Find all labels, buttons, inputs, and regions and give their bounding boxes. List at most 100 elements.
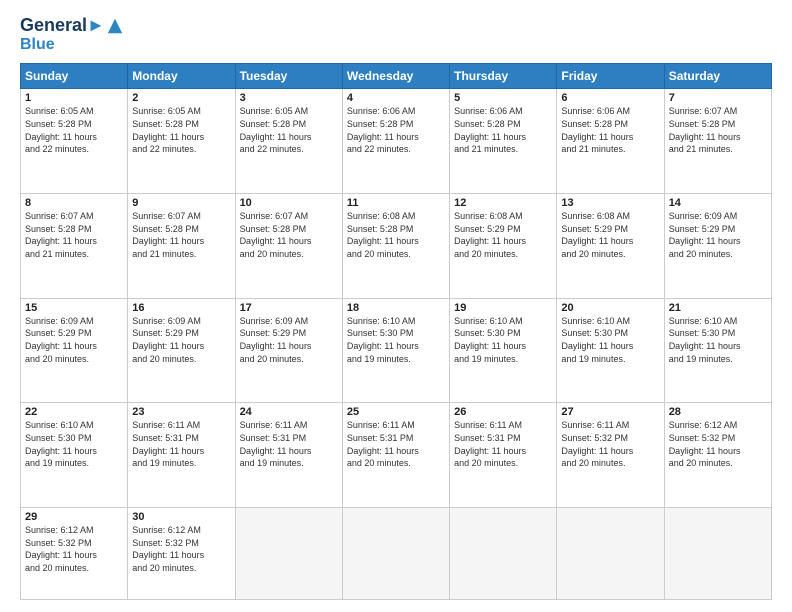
calendar-cell: 2Sunrise: 6:05 AMSunset: 5:28 PMDaylight…	[128, 89, 235, 194]
day-number: 20	[561, 302, 659, 314]
weekday-header: Monday	[128, 64, 235, 89]
day-info: Sunrise: 6:06 AMSunset: 5:28 PMDaylight:…	[347, 105, 445, 155]
calendar-cell: 6Sunrise: 6:06 AMSunset: 5:28 PMDaylight…	[557, 89, 664, 194]
day-info: Sunrise: 6:09 AMSunset: 5:29 PMDaylight:…	[25, 315, 123, 365]
day-number: 5	[454, 92, 552, 104]
logo-text: General►	[20, 16, 105, 36]
day-info: Sunrise: 6:12 AMSunset: 5:32 PMDaylight:…	[669, 419, 767, 469]
calendar-cell: 11Sunrise: 6:08 AMSunset: 5:28 PMDayligh…	[342, 194, 449, 299]
day-info: Sunrise: 6:11 AMSunset: 5:31 PMDaylight:…	[132, 419, 230, 469]
day-info: Sunrise: 6:05 AMSunset: 5:28 PMDaylight:…	[240, 105, 338, 155]
calendar-cell	[450, 508, 557, 600]
calendar-cell: 27Sunrise: 6:11 AMSunset: 5:32 PMDayligh…	[557, 403, 664, 508]
calendar: SundayMondayTuesdayWednesdayThursdayFrid…	[20, 63, 772, 600]
calendar-cell: 18Sunrise: 6:10 AMSunset: 5:30 PMDayligh…	[342, 298, 449, 403]
day-info: Sunrise: 6:09 AMSunset: 5:29 PMDaylight:…	[669, 210, 767, 260]
calendar-cell: 28Sunrise: 6:12 AMSunset: 5:32 PMDayligh…	[664, 403, 771, 508]
weekday-header: Sunday	[21, 64, 128, 89]
calendar-cell: 14Sunrise: 6:09 AMSunset: 5:29 PMDayligh…	[664, 194, 771, 299]
weekday-header: Thursday	[450, 64, 557, 89]
day-info: Sunrise: 6:07 AMSunset: 5:28 PMDaylight:…	[669, 105, 767, 155]
day-info: Sunrise: 6:11 AMSunset: 5:32 PMDaylight:…	[561, 419, 659, 469]
day-info: Sunrise: 6:11 AMSunset: 5:31 PMDaylight:…	[240, 419, 338, 469]
day-number: 12	[454, 197, 552, 209]
day-info: Sunrise: 6:07 AMSunset: 5:28 PMDaylight:…	[132, 210, 230, 260]
day-number: 27	[561, 406, 659, 418]
page: General► Blue SundayMondayTuesdayWednesd…	[0, 0, 792, 612]
logo-blue: Blue	[20, 36, 124, 54]
logo-icon	[106, 17, 124, 35]
day-info: Sunrise: 6:10 AMSunset: 5:30 PMDaylight:…	[454, 315, 552, 365]
day-number: 17	[240, 302, 338, 314]
day-number: 19	[454, 302, 552, 314]
day-number: 7	[669, 92, 767, 104]
day-info: Sunrise: 6:06 AMSunset: 5:28 PMDaylight:…	[561, 105, 659, 155]
weekday-header: Saturday	[664, 64, 771, 89]
calendar-cell: 23Sunrise: 6:11 AMSunset: 5:31 PMDayligh…	[128, 403, 235, 508]
day-number: 14	[669, 197, 767, 209]
day-info: Sunrise: 6:05 AMSunset: 5:28 PMDaylight:…	[25, 105, 123, 155]
calendar-cell: 4Sunrise: 6:06 AMSunset: 5:28 PMDaylight…	[342, 89, 449, 194]
day-info: Sunrise: 6:10 AMSunset: 5:30 PMDaylight:…	[669, 315, 767, 365]
day-info: Sunrise: 6:08 AMSunset: 5:29 PMDaylight:…	[561, 210, 659, 260]
day-info: Sunrise: 6:12 AMSunset: 5:32 PMDaylight:…	[25, 524, 123, 574]
day-info: Sunrise: 6:12 AMSunset: 5:32 PMDaylight:…	[132, 524, 230, 574]
calendar-cell: 7Sunrise: 6:07 AMSunset: 5:28 PMDaylight…	[664, 89, 771, 194]
day-number: 26	[454, 406, 552, 418]
day-number: 16	[132, 302, 230, 314]
day-number: 21	[669, 302, 767, 314]
day-number: 4	[347, 92, 445, 104]
day-number: 9	[132, 197, 230, 209]
calendar-cell: 16Sunrise: 6:09 AMSunset: 5:29 PMDayligh…	[128, 298, 235, 403]
day-info: Sunrise: 6:10 AMSunset: 5:30 PMDaylight:…	[561, 315, 659, 365]
calendar-cell: 15Sunrise: 6:09 AMSunset: 5:29 PMDayligh…	[21, 298, 128, 403]
calendar-cell: 30Sunrise: 6:12 AMSunset: 5:32 PMDayligh…	[128, 508, 235, 600]
calendar-cell: 13Sunrise: 6:08 AMSunset: 5:29 PMDayligh…	[557, 194, 664, 299]
day-number: 29	[25, 511, 123, 523]
day-number: 23	[132, 406, 230, 418]
day-info: Sunrise: 6:09 AMSunset: 5:29 PMDaylight:…	[132, 315, 230, 365]
calendar-cell: 1Sunrise: 6:05 AMSunset: 5:28 PMDaylight…	[21, 89, 128, 194]
day-number: 18	[347, 302, 445, 314]
day-number: 10	[240, 197, 338, 209]
day-number: 11	[347, 197, 445, 209]
calendar-cell: 8Sunrise: 6:07 AMSunset: 5:28 PMDaylight…	[21, 194, 128, 299]
calendar-cell: 10Sunrise: 6:07 AMSunset: 5:28 PMDayligh…	[235, 194, 342, 299]
header: General► Blue	[20, 16, 772, 53]
day-number: 13	[561, 197, 659, 209]
day-number: 8	[25, 197, 123, 209]
day-info: Sunrise: 6:06 AMSunset: 5:28 PMDaylight:…	[454, 105, 552, 155]
day-number: 2	[132, 92, 230, 104]
day-number: 24	[240, 406, 338, 418]
calendar-cell: 29Sunrise: 6:12 AMSunset: 5:32 PMDayligh…	[21, 508, 128, 600]
calendar-cell: 5Sunrise: 6:06 AMSunset: 5:28 PMDaylight…	[450, 89, 557, 194]
day-info: Sunrise: 6:05 AMSunset: 5:28 PMDaylight:…	[132, 105, 230, 155]
calendar-cell: 17Sunrise: 6:09 AMSunset: 5:29 PMDayligh…	[235, 298, 342, 403]
calendar-cell: 26Sunrise: 6:11 AMSunset: 5:31 PMDayligh…	[450, 403, 557, 508]
weekday-header: Friday	[557, 64, 664, 89]
day-info: Sunrise: 6:10 AMSunset: 5:30 PMDaylight:…	[25, 419, 123, 469]
calendar-cell	[664, 508, 771, 600]
calendar-cell: 20Sunrise: 6:10 AMSunset: 5:30 PMDayligh…	[557, 298, 664, 403]
weekday-header: Wednesday	[342, 64, 449, 89]
calendar-cell: 3Sunrise: 6:05 AMSunset: 5:28 PMDaylight…	[235, 89, 342, 194]
day-number: 30	[132, 511, 230, 523]
day-number: 3	[240, 92, 338, 104]
calendar-cell	[342, 508, 449, 600]
day-info: Sunrise: 6:11 AMSunset: 5:31 PMDaylight:…	[454, 419, 552, 469]
day-number: 6	[561, 92, 659, 104]
calendar-cell: 22Sunrise: 6:10 AMSunset: 5:30 PMDayligh…	[21, 403, 128, 508]
day-info: Sunrise: 6:09 AMSunset: 5:29 PMDaylight:…	[240, 315, 338, 365]
weekday-header: Tuesday	[235, 64, 342, 89]
calendar-cell	[557, 508, 664, 600]
day-number: 15	[25, 302, 123, 314]
calendar-cell: 24Sunrise: 6:11 AMSunset: 5:31 PMDayligh…	[235, 403, 342, 508]
day-number: 22	[25, 406, 123, 418]
calendar-cell: 12Sunrise: 6:08 AMSunset: 5:29 PMDayligh…	[450, 194, 557, 299]
logo: General► Blue	[20, 16, 124, 53]
day-number: 25	[347, 406, 445, 418]
calendar-cell: 21Sunrise: 6:10 AMSunset: 5:30 PMDayligh…	[664, 298, 771, 403]
day-number: 28	[669, 406, 767, 418]
day-info: Sunrise: 6:08 AMSunset: 5:28 PMDaylight:…	[347, 210, 445, 260]
calendar-cell	[235, 508, 342, 600]
